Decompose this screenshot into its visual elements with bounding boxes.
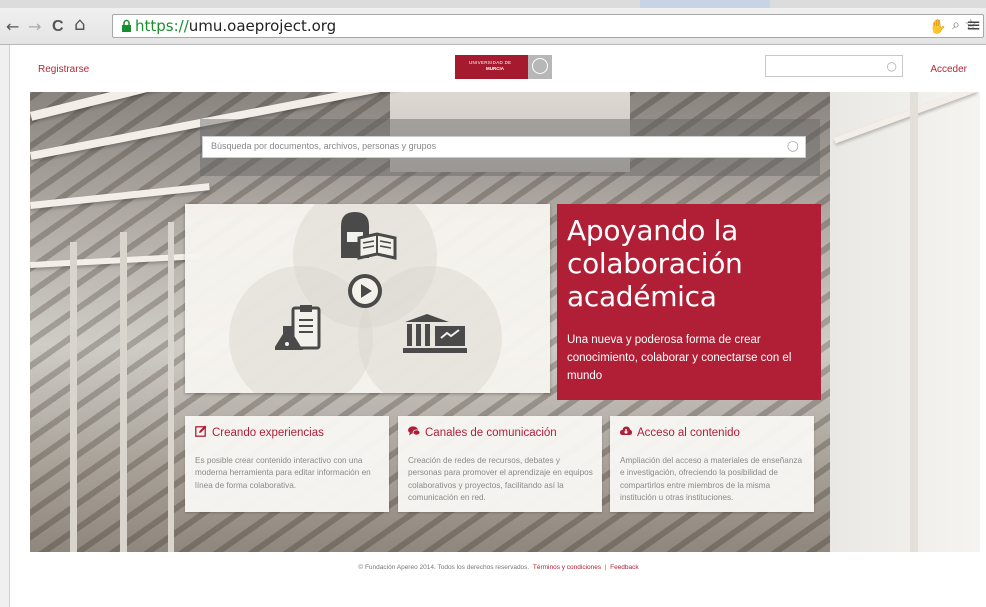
play-video-icon[interactable] [348,274,382,308]
login-link[interactable]: Acceder [930,64,967,75]
search-icon[interactable]: ○ [887,59,897,73]
address-bar[interactable]: https://umu.oaeproject.org ⌕ ☆ [112,14,984,38]
headline-panel: Apoyando la colaboración académica Una n… [557,204,821,400]
hero-section: ○ [30,92,980,552]
search-icon[interactable]: ○ [787,138,799,154]
feature-title[interactable]: Acceso al contenido [620,425,740,439]
feature-card-experiences: Creando experiencias Es posible crear co… [185,416,389,512]
browser-toolbar: ← → C ⌂ https://umu.oaeproject.org ⌕ ☆ [0,0,986,45]
pergola-post [910,92,918,552]
feature-title-text: Acceso al contenido [637,427,740,439]
pergola-beam [30,183,210,209]
footer-separator: | [604,564,607,571]
cloud-download-icon [620,426,632,435]
feature-description: Es posible crear contenido interactivo c… [195,456,371,490]
hero-subtext: Una nueva y poderosa forma de crear cono… [567,334,792,382]
page: Registrarse UNIVERSIDAD DE MURCIA ○ Acce… [9,45,986,607]
feature-card-access: Acceso al contenido Ampliación del acces… [610,416,814,512]
pergola-post [120,232,127,552]
back-icon[interactable]: ← [6,19,19,35]
lab-report-icon [275,305,321,350]
pergola-post [70,242,77,552]
main-search-input[interactable] [211,141,771,151]
institution-presentation-icon [403,314,467,353]
chat-icon [408,426,420,436]
feature-title-text: Canales de comunicación [425,427,557,439]
zoom-icon[interactable]: ⌕ [952,17,960,33]
backpack-book-icon [341,212,397,260]
url-text[interactable]: https://umu.oaeproject.org [135,17,336,35]
feedback-link[interactable]: Feedback [610,564,639,571]
lock-icon [122,19,131,32]
feature-description: Ampliación del acceso a materiales de en… [620,456,803,503]
logo-line2: MURCIA [486,66,504,71]
url-host: umu.oaeproject.org [188,17,337,35]
feature-title-text: Creando experiencias [212,427,324,439]
feature-card-communication: Canales de comunicación Creación de rede… [398,416,602,512]
tab-strip [0,0,986,8]
page-footer: © Fundación Apereo 2014. Todos los derec… [10,564,986,571]
intro-video-panel[interactable] [185,204,550,393]
logo-line1: UNIVERSIDAD DE [469,60,512,65]
copyright-text: © Fundación Apereo 2014. Todos los derec… [358,564,530,571]
feature-title[interactable]: Creando experiencias [195,425,324,439]
forward-icon[interactable]: → [28,19,41,35]
url-scheme: https:// [135,17,189,35]
edit-icon [195,425,207,437]
reload-icon[interactable]: C [52,19,64,35]
register-link[interactable]: Registrarse [38,64,89,75]
home-icon[interactable]: ⌂ [74,16,85,34]
pergola-post [168,222,174,552]
menu-icon[interactable]: ≡ [966,15,981,36]
extension-hand-icon[interactable]: ✋ [929,19,946,35]
university-seal-icon [528,55,552,79]
pergola-beam [30,253,201,268]
header-search-input[interactable]: ○ [765,55,903,77]
hero-background-wall [830,92,980,552]
tab-edge [640,0,770,8]
terms-link[interactable]: Términos y condiciones [533,564,601,571]
hero-headline: Apoyando la colaboración académica [567,214,743,313]
university-logo[interactable]: UNIVERSIDAD DE MURCIA [455,55,552,79]
feature-description: Creación de redes de recursos, debates y… [408,456,593,503]
main-search-field[interactable]: ○ [202,136,806,158]
feature-title[interactable]: Canales de comunicación [408,425,557,439]
